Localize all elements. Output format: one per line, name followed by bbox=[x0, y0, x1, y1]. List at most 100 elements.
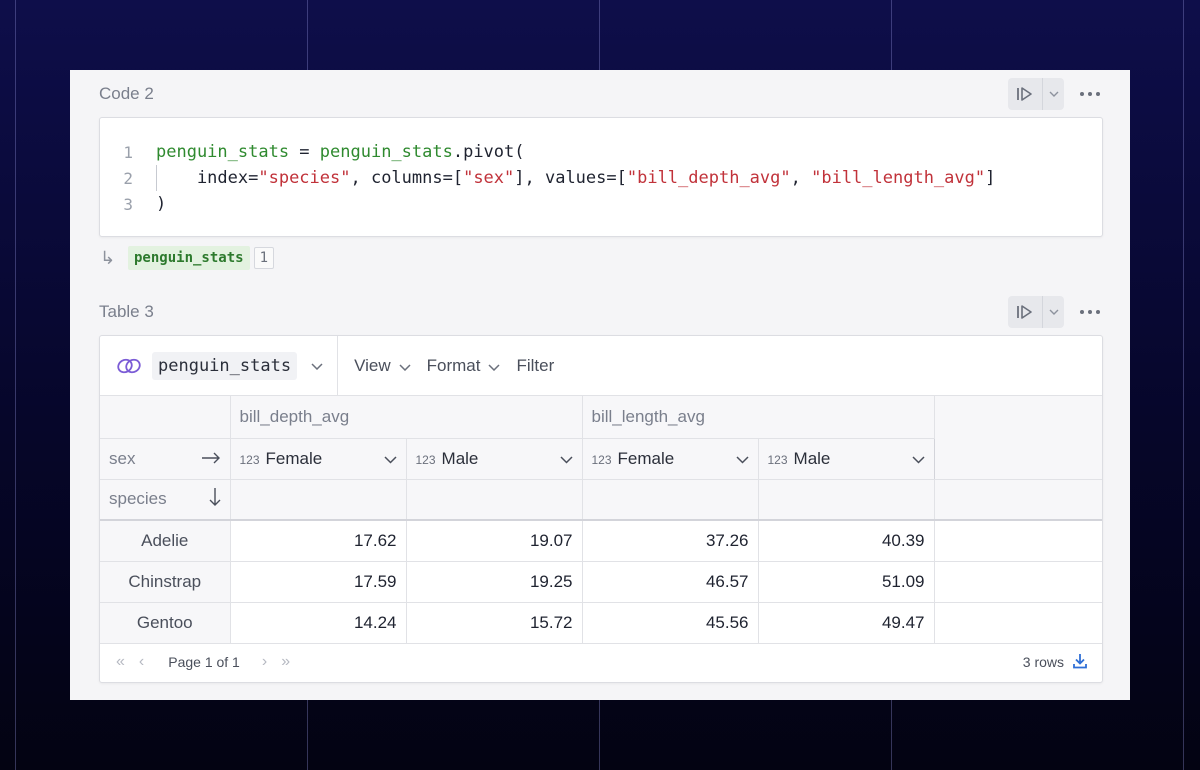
table-cell: 45.56 bbox=[582, 602, 759, 644]
column-header-label: Male bbox=[793, 448, 831, 468]
more-options-button[interactable] bbox=[1078, 302, 1102, 322]
output-variable-chip[interactable]: penguin_stats bbox=[128, 246, 250, 270]
page-indicator: Page 1 of 1 bbox=[168, 654, 240, 670]
empty-header-cell bbox=[933, 479, 1102, 521]
code-string: "species" bbox=[258, 168, 351, 188]
row-index-cell: Adelie bbox=[100, 520, 231, 562]
chevron-down-icon bbox=[1049, 309, 1058, 315]
table-cell: 46.57 bbox=[582, 561, 759, 603]
column-axis-label: sex bbox=[100, 438, 231, 480]
background-gridline bbox=[1183, 0, 1184, 770]
indent-guide bbox=[156, 165, 157, 191]
code-string: "sex" bbox=[463, 168, 515, 188]
notebook-panel: Code 2 1 penguin_stats = penguin_stats.pi… bbox=[70, 70, 1130, 700]
chevron-down-icon[interactable] bbox=[911, 449, 925, 469]
index-header-row: species bbox=[100, 479, 1102, 521]
code-identifier: penguin_stats bbox=[156, 142, 290, 162]
table-cell: 19.25 bbox=[406, 561, 583, 603]
data-source-selector[interactable]: penguin_stats bbox=[100, 336, 339, 395]
table-row: Gentoo 14.24 15.72 45.56 49.47 bbox=[100, 602, 1102, 644]
table-cell: 15.72 bbox=[406, 602, 583, 644]
cell-output: ↳ penguin_stats 1 bbox=[100, 246, 275, 270]
line-number: 2 bbox=[123, 168, 133, 188]
table-cell-title: Table 3 bbox=[99, 302, 154, 321]
view-menu-button[interactable]: View bbox=[354, 356, 391, 376]
arrow-right-icon bbox=[201, 449, 221, 469]
code-token: index= bbox=[156, 168, 259, 188]
pivot-table: bill_depth_avg bill_length_avg sex 123 Fe… bbox=[100, 396, 1102, 644]
table-row: Chinstrap 17.59 19.25 46.57 51.09 bbox=[100, 561, 1102, 603]
code-token: ] bbox=[985, 168, 996, 188]
table-cell: 14.24 bbox=[230, 602, 407, 644]
run-button[interactable] bbox=[1008, 78, 1042, 110]
format-menu-button[interactable]: Format bbox=[427, 356, 481, 376]
link-icon bbox=[116, 356, 142, 376]
table-display: penguin_stats View Format Filter bill_de… bbox=[99, 335, 1103, 683]
row-count: 3 rows bbox=[1022, 654, 1064, 670]
return-arrow-icon: ↳ bbox=[100, 247, 116, 268]
column-header-male[interactable]: 123 Male bbox=[406, 438, 583, 480]
next-page-button[interactable]: › bbox=[262, 653, 267, 671]
download-button[interactable] bbox=[1072, 653, 1088, 672]
numeric-type-badge: 123 bbox=[415, 452, 436, 467]
code-text: index="species", columns=["sex"], values… bbox=[156, 165, 996, 191]
empty-header-cell bbox=[933, 396, 1102, 480]
code-string: "bill_length_avg" bbox=[811, 168, 986, 188]
code-identifier: penguin_stats bbox=[319, 142, 453, 162]
prev-page-button[interactable]: ‹ bbox=[139, 653, 144, 671]
corner-cell bbox=[100, 396, 231, 439]
empty-header-cell bbox=[230, 479, 407, 521]
download-icon bbox=[1073, 653, 1087, 668]
run-button-group bbox=[1008, 78, 1064, 110]
ellipsis-icon bbox=[1080, 92, 1100, 96]
column-header-female[interactable]: 123 Female bbox=[230, 438, 407, 480]
table-row: Adelie 17.62 19.07 37.26 40.39 bbox=[100, 520, 1102, 562]
code-token: = bbox=[289, 142, 320, 162]
chevron-down-icon[interactable] bbox=[383, 449, 397, 469]
empty-cell bbox=[933, 561, 1102, 603]
run-button[interactable] bbox=[1008, 296, 1042, 328]
run-options-dropdown[interactable] bbox=[1042, 78, 1064, 110]
numeric-type-badge: 123 bbox=[591, 452, 612, 467]
code-line: 3) bbox=[100, 191, 1102, 217]
row-index-cell: Gentoo bbox=[100, 602, 231, 644]
table-footer: « ‹ Page 1 of 1 › » 3 rows bbox=[100, 642, 1102, 682]
more-options-button[interactable] bbox=[1078, 84, 1102, 104]
empty-header-cell bbox=[406, 479, 583, 521]
table-cell: 17.59 bbox=[230, 561, 407, 603]
code-token: ], values=[ bbox=[514, 168, 627, 188]
numeric-type-badge: 123 bbox=[767, 452, 788, 467]
code-cell-title: Code 2 bbox=[99, 84, 154, 103]
code-line: 2 index="species", columns=["sex"], valu… bbox=[100, 165, 1102, 191]
last-page-button[interactable]: » bbox=[281, 653, 290, 671]
index-axis-label: species bbox=[100, 479, 231, 521]
column-header-label: Male bbox=[441, 448, 479, 468]
filter-button[interactable]: Filter bbox=[516, 356, 554, 376]
row-index-cell: Chinstrap bbox=[100, 561, 231, 603]
code-token: , bbox=[790, 168, 812, 188]
chevron-down-icon[interactable] bbox=[735, 449, 749, 469]
code-editor[interactable]: 1 penguin_stats = penguin_stats.pivot(2 i… bbox=[99, 117, 1103, 237]
output-count-badge: 1 bbox=[253, 247, 275, 269]
table-cell: 40.39 bbox=[758, 520, 935, 562]
column-header-male[interactable]: 123 Male bbox=[758, 438, 935, 480]
code-text: penguin_stats = penguin_stats.pivot( bbox=[156, 142, 525, 162]
empty-header-cell bbox=[582, 479, 759, 521]
group-header-row: bill_depth_avg bill_length_avg bbox=[100, 396, 1102, 480]
run-icon bbox=[1017, 87, 1032, 101]
code-line: 1 penguin_stats = penguin_stats.pivot( bbox=[100, 139, 1102, 165]
table-toolbar: penguin_stats View Format Filter bbox=[100, 336, 1102, 396]
chevron-down-icon[interactable] bbox=[559, 449, 573, 469]
ellipsis-icon bbox=[1080, 310, 1100, 314]
chevron-down-icon bbox=[399, 356, 411, 376]
chevron-down-icon bbox=[311, 357, 323, 375]
table-cell: 49.47 bbox=[758, 602, 935, 644]
run-options-dropdown[interactable] bbox=[1042, 296, 1064, 328]
column-header-female[interactable]: 123 Female bbox=[582, 438, 759, 480]
arrow-down-icon bbox=[209, 487, 221, 512]
first-page-button[interactable]: « bbox=[116, 653, 125, 671]
empty-cell bbox=[933, 602, 1102, 644]
code-token: ) bbox=[156, 194, 167, 214]
background-gridline bbox=[15, 0, 16, 770]
code-token: .pivot( bbox=[452, 142, 525, 162]
